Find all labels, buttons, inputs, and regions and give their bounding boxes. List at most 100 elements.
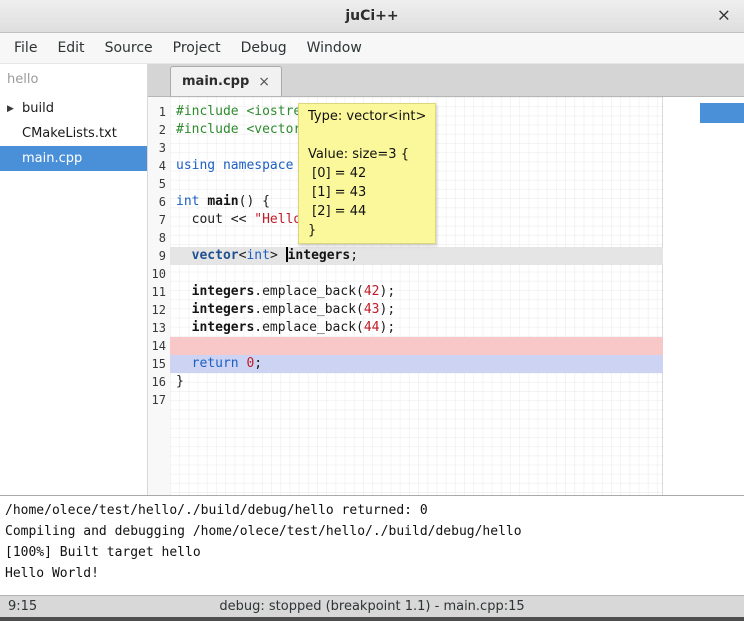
code-token: vector — [192, 248, 239, 263]
tooltip-line: Type: vector<int> — [308, 107, 426, 126]
debug-value-tooltip: Type: vector<int> Value: size=3 { [0] = … — [298, 103, 436, 244]
code-token — [176, 356, 192, 371]
code-token: namespace — [223, 158, 293, 173]
close-window-icon[interactable]: × — [717, 8, 731, 25]
expander-arrow-icon[interactable]: ▶ — [7, 104, 14, 114]
tab-label: main.cpp — [182, 74, 249, 89]
line-number[interactable]: 7 — [148, 211, 170, 229]
code-line-17[interactable] — [170, 391, 663, 409]
code-token: > — [270, 248, 286, 263]
tree-item-label: build — [22, 101, 54, 116]
tree-item-build[interactable]: ▶ build — [0, 96, 147, 121]
code-token: } — [176, 374, 184, 389]
code-line-13[interactable]: integers.emplace_back(44); — [170, 319, 663, 337]
window-title: juCi++ — [345, 8, 398, 24]
line-number[interactable]: 11 — [148, 283, 170, 301]
code-token — [176, 284, 192, 299]
tree-item-cmakelists-txt[interactable]: CMakeLists.txt — [0, 121, 147, 146]
line-number[interactable]: 2 — [148, 121, 170, 139]
tooltip-line: [0] = 42 — [308, 164, 426, 183]
menu-project[interactable]: Project — [163, 33, 231, 63]
editor-pane: main.cpp × 1234567891011121314151617 #in… — [148, 64, 744, 495]
tooltip-line: [2] = 44 — [308, 202, 426, 221]
code-token: integers — [192, 320, 255, 335]
code-token: integers — [192, 302, 255, 317]
code-token — [176, 320, 192, 335]
code-token: #include — [176, 122, 246, 137]
code-token: using — [176, 158, 215, 173]
line-number[interactable]: 1 — [148, 103, 170, 121]
tooltip-line: Value: size=3 { — [308, 145, 426, 164]
file-tree: ▶ build CMakeLists.txt main.cpp — [0, 96, 147, 171]
tree-item-label: main.cpp — [22, 151, 82, 166]
code-line-12[interactable]: integers.emplace_back(43); — [170, 301, 663, 319]
output-line: Compiling and debugging /home/olece/test… — [5, 521, 739, 542]
code-token: ); — [380, 320, 396, 335]
code-line-11[interactable]: integers.emplace_back(42); — [170, 283, 663, 301]
tree-item-label: CMakeLists.txt — [22, 126, 117, 141]
tooltip-line: [1] = 43 — [308, 183, 426, 202]
menubar: FileEditSourceProjectDebugWindow — [0, 33, 744, 64]
code-token: () { — [239, 194, 270, 209]
titlebar[interactable]: juCi++ × — [0, 0, 744, 33]
code-token: main — [207, 194, 238, 209]
code-token: 43 — [364, 302, 380, 317]
tab-main-cpp[interactable]: main.cpp × — [170, 66, 282, 96]
tab-bar: main.cpp × — [148, 64, 744, 97]
code-token — [176, 248, 192, 263]
code-token — [176, 302, 192, 317]
line-number[interactable]: 12 — [148, 301, 170, 319]
code-token: ; — [254, 356, 262, 371]
output-console[interactable]: /home/olece/test/hello/./build/debug/hel… — [0, 495, 744, 595]
code-token: 42 — [364, 284, 380, 299]
code-token: ; — [350, 248, 358, 263]
menu-edit[interactable]: Edit — [47, 33, 94, 63]
file-tree-sidebar: hello ▶buildCMakeLists.txtmain.cpp — [0, 64, 148, 495]
code-editor[interactable]: 1234567891011121314151617 #include <iost… — [148, 97, 744, 495]
window-bottom-edge — [0, 617, 744, 621]
line-number[interactable]: 9 — [148, 247, 170, 265]
menu-file[interactable]: File — [4, 33, 47, 63]
tree-item-main-cpp[interactable]: main.cpp — [0, 146, 147, 171]
line-number[interactable]: 3 — [148, 139, 170, 157]
code-token: .emplace_back( — [254, 302, 364, 317]
menu-window[interactable]: Window — [297, 33, 372, 63]
output-line: Hello World! — [5, 563, 739, 584]
line-number[interactable]: 14 — [148, 337, 170, 355]
code-line-16[interactable]: } — [170, 373, 663, 391]
code-token: return — [192, 356, 239, 371]
code-token: ); — [380, 284, 396, 299]
code-token: integers — [192, 284, 255, 299]
status-bar: 9:15 debug: stopped (breakpoint 1.1) - m… — [0, 595, 744, 617]
tooltip-line: } — [308, 221, 426, 240]
code-token: integers — [288, 248, 351, 263]
line-number-gutter: 1234567891011121314151617 — [148, 97, 170, 495]
code-line-10[interactable] — [170, 265, 663, 283]
cursor-position-status: 9:15 — [0, 599, 37, 614]
menu-source[interactable]: Source — [95, 33, 163, 63]
line-number[interactable]: 10 — [148, 265, 170, 283]
line-number[interactable]: 4 — [148, 157, 170, 175]
code-token: int — [176, 194, 199, 209]
code-line-15[interactable]: return 0; — [170, 355, 663, 373]
output-line: /home/olece/test/hello/./build/debug/hel… — [5, 500, 739, 521]
code-token — [215, 158, 223, 173]
line-number[interactable]: 17 — [148, 391, 170, 409]
code-line-9[interactable]: vector<int> integers; — [170, 247, 663, 265]
line-number[interactable]: 16 — [148, 373, 170, 391]
debug-status: debug: stopped (breakpoint 1.1) - main.c… — [0, 599, 744, 614]
code-token: cout << — [176, 212, 254, 227]
line-number[interactable]: 8 — [148, 229, 170, 247]
code-line-14[interactable] — [170, 337, 663, 355]
line-number[interactable]: 13 — [148, 319, 170, 337]
scrollbar-indicator[interactable] — [700, 103, 744, 123]
code-token: int — [246, 248, 269, 263]
tab-close-icon[interactable]: × — [258, 75, 270, 89]
menu-debug[interactable]: Debug — [231, 33, 297, 63]
line-number[interactable]: 6 — [148, 193, 170, 211]
code-area[interactable]: #include <iostream>#include <vector>usin… — [170, 97, 744, 495]
line-number[interactable]: 5 — [148, 175, 170, 193]
line-number[interactable]: 15 — [148, 355, 170, 373]
code-token: ); — [380, 302, 396, 317]
main-area: hello ▶buildCMakeLists.txtmain.cpp main.… — [0, 64, 744, 495]
